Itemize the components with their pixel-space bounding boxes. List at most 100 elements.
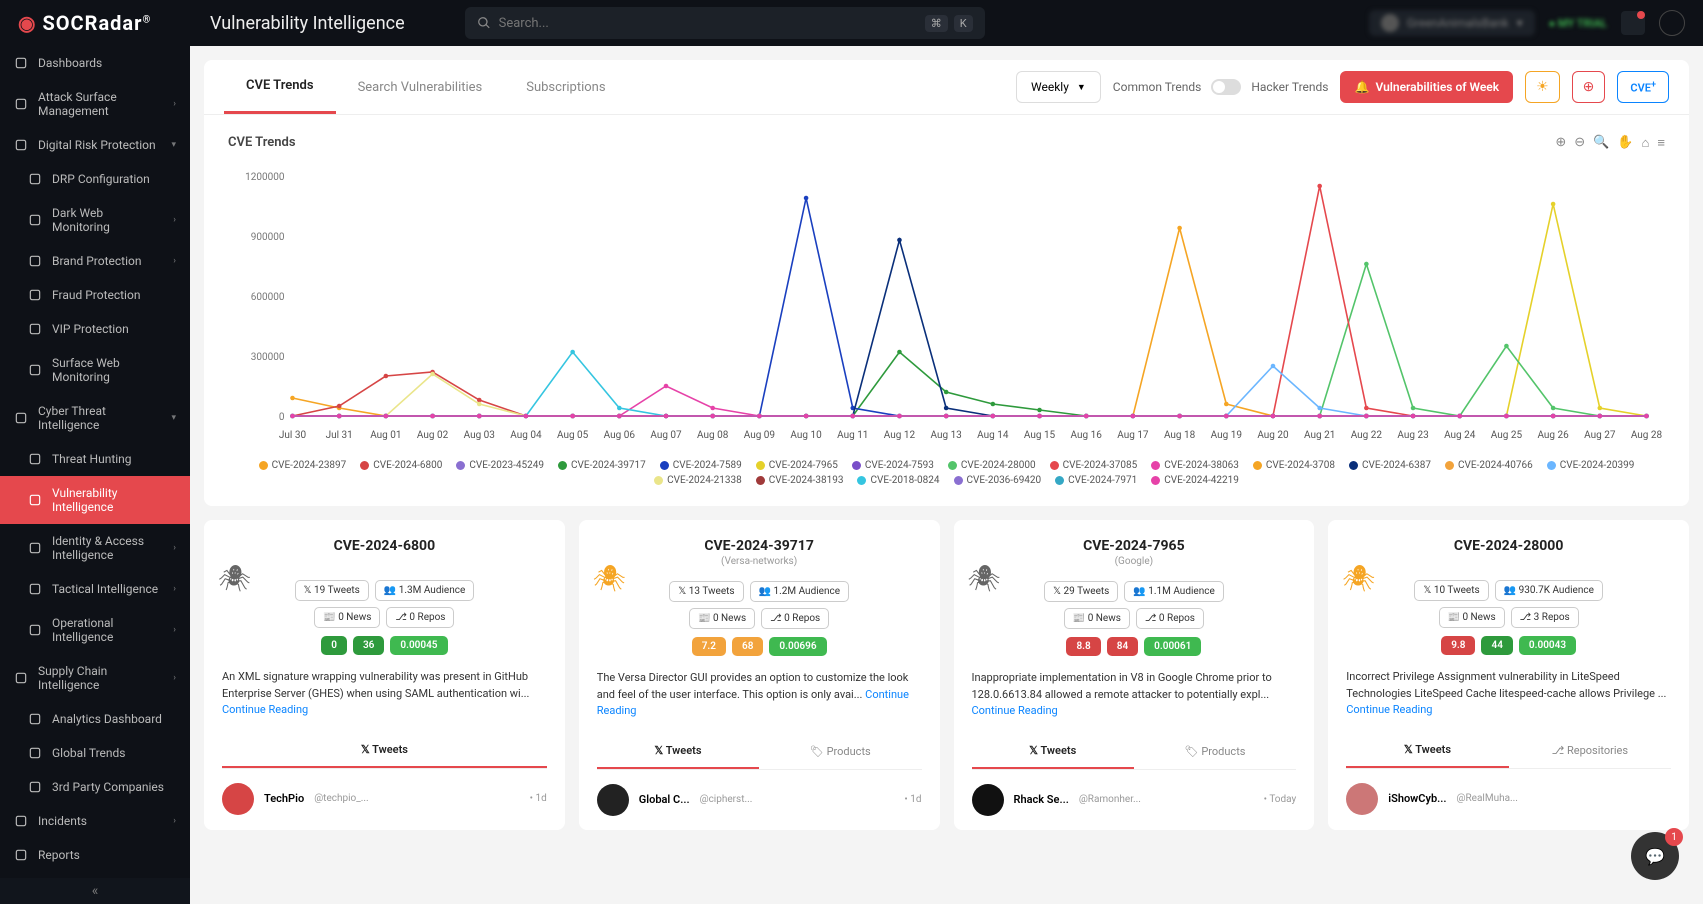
sidebar-item-analytics-dashboard[interactable]: Analytics Dashboard — [0, 702, 190, 736]
card-tab-tweets[interactable]: 𝕏 Tweets — [972, 734, 1134, 769]
legend-CVE-2024-42219[interactable]: CVE-2024-42219 — [1151, 475, 1239, 486]
legend-CVE-2024-7589[interactable]: CVE-2024-7589 — [660, 460, 742, 471]
sidebar-item-global-trends[interactable]: Global Trends — [0, 736, 190, 770]
zoom-mag-icon[interactable]: 🔍 — [1593, 135, 1609, 151]
legend-CVE-2024-38063[interactable]: CVE-2024-38063 — [1151, 460, 1239, 471]
sidebar-item-reports[interactable]: Reports — [0, 838, 190, 872]
legend-CVE-2023-45249[interactable]: CVE-2023-45249 — [456, 460, 544, 471]
org-selector[interactable]: GreenAnimalsBank▾ — [1369, 10, 1535, 36]
audience-pill[interactable]: 👥 1.1M Audience — [1124, 581, 1223, 602]
global-search[interactable]: ⌘ K — [465, 7, 985, 39]
tweets-pill[interactable]: 𝕏 29 Tweets — [1044, 581, 1118, 602]
notifications-icon[interactable] — [1621, 11, 1645, 35]
card-tab-products[interactable]: 🏷 Products — [759, 734, 921, 769]
sidebar-item-cyber-threat-intelligence[interactable]: Cyber Threat Intelligence▾ — [0, 394, 190, 442]
continue-reading-link[interactable]: Continue Reading — [597, 688, 909, 718]
chart-toolbar[interactable]: ⊕ ⊖ 🔍 ✋ ⌂ ≡ — [1555, 135, 1665, 151]
sidebar-item-vip-protection[interactable]: VIP Protection — [0, 312, 190, 346]
brand-logo[interactable]: ◉ SOCRadar® — [0, 11, 190, 35]
tab-cve-trends[interactable]: CVE Trends — [224, 60, 336, 114]
zoom-out-icon[interactable]: ⊖ — [1574, 135, 1585, 151]
legend-CVE-2024-38193[interactable]: CVE-2024-38193 — [756, 475, 844, 486]
target-button[interactable]: ⊕ — [1572, 71, 1606, 103]
legend-CVE-2024-3708[interactable]: CVE-2024-3708 — [1253, 460, 1335, 471]
sidebar-item-dark-web-monitoring[interactable]: Dark Web Monitoring› — [0, 196, 190, 244]
card-tab-tweets[interactable]: 𝕏 Tweets — [222, 733, 547, 768]
menu-icon[interactable]: ≡ — [1657, 135, 1665, 151]
cve-id[interactable]: CVE-2024-7965 — [972, 538, 1297, 554]
tab-search-vulnerabilities[interactable]: Search Vulnerabilities — [336, 62, 505, 113]
vuln-of-week-button[interactable]: 🔔 Vulnerabilities of Week — [1340, 71, 1513, 103]
legend-CVE-2018-0824[interactable]: CVE-2018-0824 — [857, 475, 939, 486]
tweet-row[interactable]: TechPio@techpio_...• 1d — [222, 769, 547, 829]
cve-trends-chart[interactable]: 03000006000009000001200000Jul 30Jul 31Au… — [228, 166, 1665, 446]
period-dropdown[interactable]: Weekly ▼ — [1016, 71, 1101, 103]
sidebar-item-3rd-party-companies[interactable]: 3rd Party Companies — [0, 770, 190, 804]
tab-subscriptions[interactable]: Subscriptions — [504, 62, 627, 113]
sidebar-item-tactical-intelligence[interactable]: Tactical Intelligence› — [0, 572, 190, 606]
trend-toggle[interactable] — [1211, 79, 1241, 95]
legend-CVE-2024-6387[interactable]: CVE-2024-6387 — [1349, 460, 1431, 471]
repos-pill[interactable]: ⎇ 0 Repos — [1136, 608, 1204, 629]
home-icon[interactable]: ⌂ — [1642, 135, 1650, 151]
cve-id[interactable]: CVE-2024-6800 — [222, 538, 547, 554]
card-tab-tweets[interactable]: 𝕏 Tweets — [597, 734, 759, 769]
news-pill[interactable]: 📰 0 News — [314, 607, 380, 628]
sidebar-item-identity-access-intelligence[interactable]: Identity & Access Intelligence› — [0, 524, 190, 572]
legend-CVE-2024-21338[interactable]: CVE-2024-21338 — [654, 475, 742, 486]
repos-pill[interactable]: ⎇ 3 Repos — [1511, 607, 1579, 628]
repos-pill[interactable]: ⎇ 0 Repos — [386, 607, 454, 628]
sidebar-item-brand-protection[interactable]: Brand Protection› — [0, 244, 190, 278]
legend-CVE-2036-69420[interactable]: CVE-2036-69420 — [954, 475, 1042, 486]
user-avatar[interactable] — [1659, 10, 1685, 36]
sidebar-item-operational-intelligence[interactable]: Operational Intelligence› — [0, 606, 190, 654]
legend-CVE-2024-7971[interactable]: CVE-2024-7971 — [1055, 475, 1137, 486]
sidebar-item-dashboards[interactable]: Dashboards — [0, 46, 190, 80]
cve-id[interactable]: CVE-2024-39717 — [597, 538, 922, 554]
cve-plus-button[interactable]: CVE+ — [1617, 71, 1669, 104]
audience-pill[interactable]: 👥 930.7K Audience — [1495, 580, 1603, 601]
legend-CVE-2024-7593[interactable]: CVE-2024-7593 — [852, 460, 934, 471]
legend-CVE-2024-37085[interactable]: CVE-2024-37085 — [1050, 460, 1138, 471]
legend-CVE-2024-20399[interactable]: CVE-2024-20399 — [1547, 460, 1635, 471]
tweets-pill[interactable]: 𝕏 19 Tweets — [295, 580, 369, 601]
cve-id[interactable]: CVE-2024-28000 — [1346, 538, 1671, 554]
tweet-row[interactable]: iShowCyb...@RealMuha... — [1346, 769, 1671, 829]
sidebar-item-vulnerability-intelligence[interactable]: Vulnerability Intelligence — [0, 476, 190, 524]
pan-icon[interactable]: ✋ — [1617, 135, 1633, 151]
search-input[interactable] — [499, 16, 919, 31]
continue-reading-link[interactable]: Continue Reading — [1346, 703, 1432, 716]
sidebar-item-threat-hunting[interactable]: Threat Hunting — [0, 442, 190, 476]
sun-button[interactable]: ☀ — [1525, 71, 1560, 103]
news-pill[interactable]: 📰 0 News — [1064, 608, 1130, 629]
sidebar-item-attack-surface-management[interactable]: Attack Surface Management› — [0, 80, 190, 128]
legend-CVE-2024-39717[interactable]: CVE-2024-39717 — [558, 460, 646, 471]
card-tab-tweets[interactable]: 𝕏 Tweets — [1346, 733, 1508, 768]
continue-reading-link[interactable]: Continue Reading — [972, 704, 1058, 717]
repos-pill[interactable]: ⎇ 0 Repos — [761, 608, 829, 629]
legend-CVE-2024-28000[interactable]: CVE-2024-28000 — [948, 460, 1036, 471]
sidebar-item-incidents[interactable]: Incidents› — [0, 804, 190, 838]
legend-CVE-2024-7965[interactable]: CVE-2024-7965 — [756, 460, 838, 471]
news-pill[interactable]: 📰 0 News — [689, 608, 755, 629]
sidebar-item-surface-web-monitoring[interactable]: Surface Web Monitoring — [0, 346, 190, 394]
news-pill[interactable]: 📰 0 News — [1439, 607, 1505, 628]
sidebar-collapse[interactable]: « — [0, 878, 190, 904]
continue-reading-link[interactable]: Continue Reading — [222, 703, 308, 716]
audience-pill[interactable]: 👥 1.3M Audience — [375, 580, 474, 601]
tweet-row[interactable]: Rhack Se...@Ramonher...• Today — [972, 770, 1297, 830]
help-fab[interactable]: 💬 — [1631, 832, 1679, 880]
card-tab-products[interactable]: 🏷 Products — [1134, 734, 1296, 769]
zoom-in-icon[interactable]: ⊕ — [1555, 135, 1566, 151]
legend-CVE-2024-23897[interactable]: CVE-2024-23897 — [259, 460, 347, 471]
tweet-row[interactable]: Global C...@cipherst...• 1d — [597, 770, 922, 830]
sidebar-item-digital-risk-protection[interactable]: Digital Risk Protection▾ — [0, 128, 190, 162]
sidebar-item-fraud-protection[interactable]: Fraud Protection — [0, 278, 190, 312]
legend-CVE-2024-40766[interactable]: CVE-2024-40766 — [1445, 460, 1533, 471]
sidebar-item-drp-configuration[interactable]: DRP Configuration — [0, 162, 190, 196]
legend-CVE-2024-6800[interactable]: CVE-2024-6800 — [360, 460, 442, 471]
tweets-pill[interactable]: 𝕏 13 Tweets — [669, 581, 743, 602]
sidebar-item-supply-chain-intelligence[interactable]: Supply Chain Intelligence› — [0, 654, 190, 702]
audience-pill[interactable]: 👥 1.2M Audience — [750, 581, 849, 602]
card-tab-repositories[interactable]: ⎇ Repositories — [1509, 733, 1671, 768]
